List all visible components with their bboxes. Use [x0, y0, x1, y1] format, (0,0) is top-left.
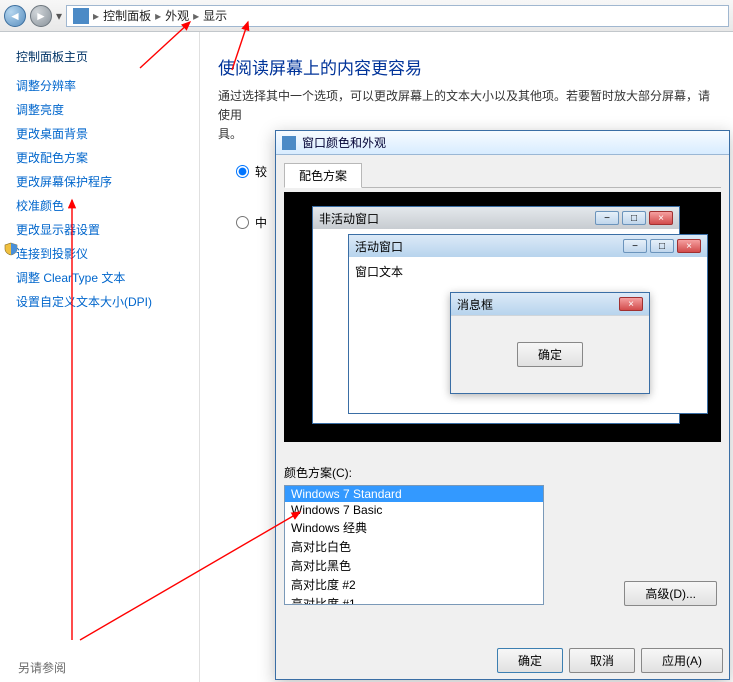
chevron-right-icon: ▸: [193, 9, 199, 23]
tab-strip: 配色方案: [284, 163, 721, 188]
dialog-titlebar[interactable]: 窗口颜色和外观: [276, 131, 729, 155]
maximize-icon: □: [650, 239, 674, 253]
advanced-button[interactable]: 高级(D)...: [624, 581, 717, 606]
scheme-item[interactable]: Windows 7 Standard: [285, 486, 543, 502]
sidebar-link-custom-dpi[interactable]: 设置自定义文本大小(DPI): [16, 293, 189, 310]
chevron-down-icon[interactable]: ▾: [56, 9, 62, 23]
sidebar-link-calibrate[interactable]: 校准颜色: [4, 197, 189, 214]
radio-small[interactable]: [236, 165, 249, 178]
dialog-icon: [282, 136, 296, 150]
sidebar: 控制面板主页 调整分辨率 调整亮度 更改桌面背景 更改配色方案 更改屏幕保护程序…: [0, 32, 200, 682]
close-icon: ×: [677, 239, 701, 253]
forward-button[interactable]: ►: [30, 5, 52, 27]
page-title: 使阅读屏幕上的内容更容易: [218, 54, 715, 79]
radio-small-label: 较: [255, 163, 267, 180]
sidebar-link-brightness[interactable]: 调整亮度: [16, 101, 189, 118]
chevron-right-icon: ▸: [155, 9, 161, 23]
dialog-title: 窗口颜色和外观: [302, 134, 386, 151]
sidebar-link-projector[interactable]: 连接到投影仪: [16, 245, 189, 262]
sidebar-link-resolution[interactable]: 调整分辨率: [16, 77, 189, 94]
preview-area: 非活动窗口 − □ × 活动窗口 − □ × 窗口文本: [284, 192, 721, 442]
ok-button[interactable]: 确定: [497, 648, 563, 673]
back-button[interactable]: ◄: [4, 5, 26, 27]
minimize-icon: −: [623, 239, 647, 253]
crumb-display[interactable]: 显示: [203, 7, 227, 24]
chevron-right-icon: ▸: [93, 9, 99, 23]
minimize-icon: −: [595, 211, 619, 225]
inactive-window-title: 非活动窗口: [319, 210, 379, 227]
color-scheme-label: 颜色方案(C):: [284, 464, 721, 481]
scheme-item[interactable]: Windows 7 Basic: [285, 502, 543, 518]
scheme-item[interactable]: 高对比黑色: [285, 556, 543, 575]
close-icon: ×: [619, 297, 643, 311]
apply-button[interactable]: 应用(A): [641, 648, 723, 673]
tab-color-scheme[interactable]: 配色方案: [284, 163, 362, 188]
crumb-appearance[interactable]: 外观: [165, 7, 189, 24]
message-box-title: 消息框: [457, 296, 493, 313]
close-icon: ×: [649, 211, 673, 225]
preview-message-box: 消息框 × 确定: [450, 292, 650, 394]
maximize-icon: □: [622, 211, 646, 225]
scheme-item[interactable]: Windows 经典: [285, 518, 543, 537]
window-text: 窗口文本: [355, 265, 403, 279]
crumb-control-panel[interactable]: 控制面板: [103, 7, 151, 24]
radio-medium[interactable]: [236, 216, 249, 229]
cancel-button[interactable]: 取消: [569, 648, 635, 673]
shield-icon: [4, 242, 18, 256]
color-appearance-dialog: 窗口颜色和外观 配色方案 非活动窗口 − □ × 活动窗口 − □: [275, 130, 730, 680]
sidebar-link-wallpaper[interactable]: 更改桌面背景: [16, 125, 189, 142]
sidebar-link-colorscheme[interactable]: 更改配色方案: [16, 149, 189, 166]
sidebar-link-screensaver[interactable]: 更改屏幕保护程序: [16, 173, 189, 190]
sidebar-link-display-settings[interactable]: 更改显示器设置: [16, 221, 189, 238]
active-window-title: 活动窗口: [355, 238, 403, 255]
breadcrumb[interactable]: ▸ 控制面板 ▸ 外观 ▸ 显示: [66, 5, 729, 27]
control-panel-icon: [73, 8, 89, 24]
message-ok-button[interactable]: 确定: [517, 342, 583, 367]
sidebar-home[interactable]: 控制面板主页: [16, 48, 189, 65]
see-also-header: 另请参阅: [18, 659, 66, 676]
sidebar-link-cleartype[interactable]: 调整 ClearType 文本: [16, 269, 189, 286]
address-bar: ◄ ► ▾ ▸ 控制面板 ▸ 外观 ▸ 显示: [0, 0, 733, 32]
radio-medium-label: 中: [255, 214, 267, 231]
scheme-item[interactable]: 高对比白色: [285, 537, 543, 556]
